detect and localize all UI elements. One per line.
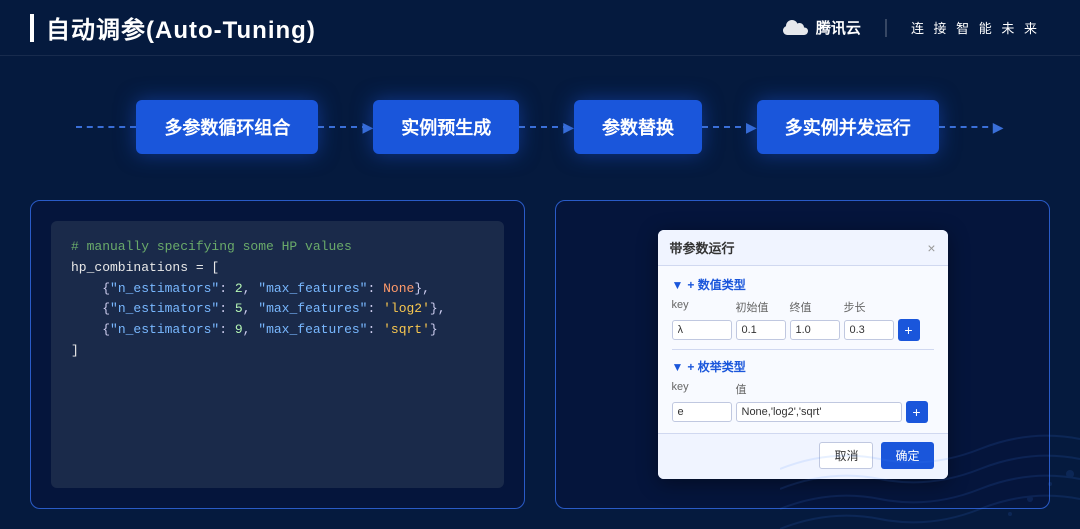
section1-arrow: ▼ <box>672 278 684 292</box>
code-block: # manually specifying some HP values hp_… <box>51 221 504 488</box>
brand-divider: ｜ <box>877 15 895 41</box>
key-input-1[interactable] <box>672 320 732 340</box>
dialog-title: 带参数运行 <box>670 238 735 257</box>
header-right: 腾讯云 ｜ 连 接 智 能 未 来 <box>782 15 1040 41</box>
value-input[interactable] <box>736 402 902 422</box>
code-line-2: hp_combinations = [ <box>71 258 484 279</box>
col-step: 步长 <box>844 299 894 315</box>
code-line-6: ] <box>71 341 484 362</box>
code-line-1: # manually specifying some HP values <box>71 237 484 258</box>
dialog-box: 带参数运行 × ▼ + 数值类型 key 初始值 终值 步长 <box>658 230 948 479</box>
header-left: 自动调参(Auto-Tuning) <box>30 10 316 45</box>
header-bar <box>30 14 34 42</box>
section1-label: ▼ + 数值类型 <box>672 276 934 293</box>
section2-header: key 值 <box>672 381 934 397</box>
section2-add-button[interactable]: + <box>906 401 928 423</box>
start-input[interactable] <box>736 320 786 340</box>
dialog-divider <box>672 349 934 350</box>
dialog-body: ▼ + 数值类型 key 初始值 终值 步长 + <box>658 266 948 433</box>
header: 自动调参(Auto-Tuning) 腾讯云 ｜ 连 接 智 能 未 来 <box>0 0 1080 56</box>
dialog-titlebar: 带参数运行 × <box>658 230 948 266</box>
end-input[interactable] <box>790 320 840 340</box>
col2-val: 值 <box>736 381 902 397</box>
step-input[interactable] <box>844 320 894 340</box>
code-panel: # manually specifying some HP values hp_… <box>30 200 525 509</box>
brand-logo: 腾讯云 <box>782 17 861 38</box>
code-line-3: {"n_estimators": 2, "max_features": None… <box>71 279 484 300</box>
col2-key: key <box>672 381 732 397</box>
confirm-button[interactable]: 确定 <box>881 442 933 469</box>
dialog-footer: 取消 确定 <box>658 433 948 479</box>
pipeline-step-4: 多实例并发运行 <box>757 100 939 154</box>
cloud-icon <box>782 19 810 37</box>
cancel-button[interactable]: 取消 <box>819 442 873 469</box>
brand-name: 腾讯云 <box>816 17 861 38</box>
col-start: 初始值 <box>736 299 786 315</box>
pipeline: 多参数循环组合 ▶ 实例预生成 ▶ 参数替换 ▶ 多实例并发运行 ▶ <box>0 100 1080 154</box>
section2-row: + <box>672 401 934 423</box>
dialog-close-button[interactable]: × <box>927 240 935 256</box>
code-line-4: {"n_estimators": 5, "max_features": 'log… <box>71 299 484 320</box>
section1-row: + <box>672 319 934 341</box>
dialog-panel: 带参数运行 × ▼ + 数值类型 key 初始值 终值 步长 <box>555 200 1050 509</box>
section2-label: ▼ + 枚举类型 <box>672 358 934 375</box>
pipeline-step-2: 实例预生成 <box>373 100 519 154</box>
key-input-2[interactable] <box>672 402 732 422</box>
brand-slogan: 连 接 智 能 未 来 <box>911 18 1040 37</box>
pipeline-step-1: 多参数循环组合 <box>136 100 318 154</box>
pipeline-step-3: 参数替换 <box>574 100 702 154</box>
page-title: 自动调参(Auto-Tuning) <box>46 10 316 45</box>
section1-header: key 初始值 终值 步长 <box>672 299 934 315</box>
code-line-5: {"n_estimators": 9, "max_features": 'sqr… <box>71 320 484 341</box>
section2-arrow: ▼ <box>672 360 684 374</box>
col-end: 终值 <box>790 299 840 315</box>
section1-add-button[interactable]: + <box>898 319 920 341</box>
col-key: key <box>672 299 732 315</box>
content-area: # manually specifying some HP values hp_… <box>30 200 1050 509</box>
